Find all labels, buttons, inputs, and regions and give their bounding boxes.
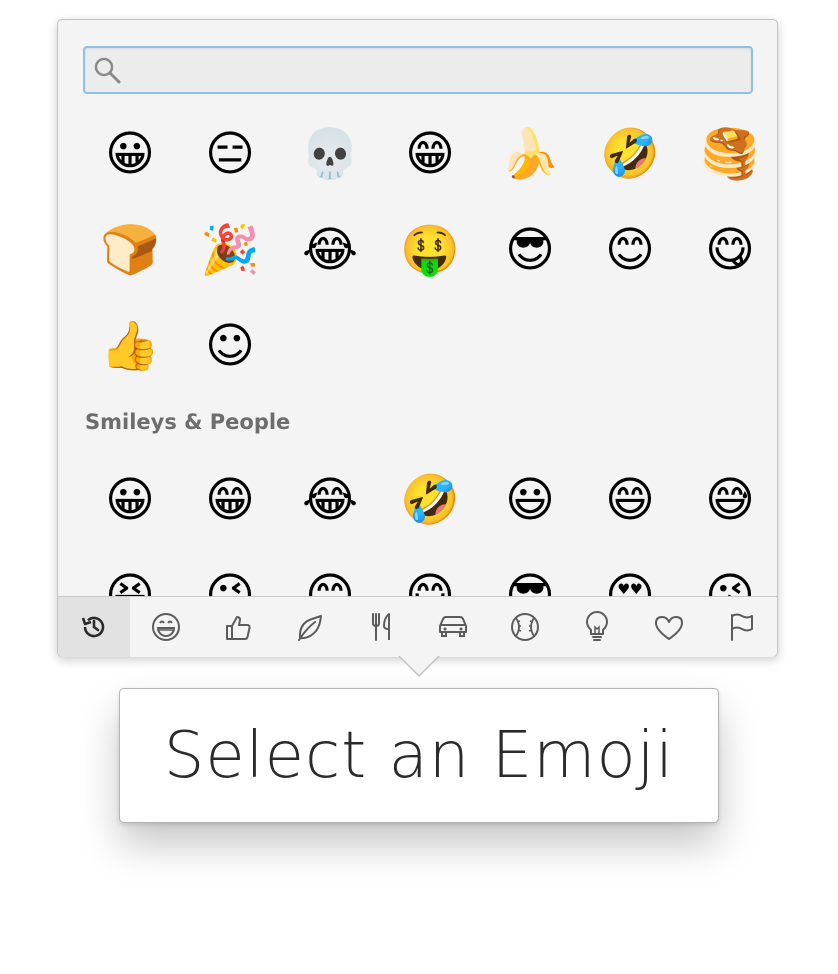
search-input[interactable] <box>129 48 743 94</box>
category-bar <box>58 596 777 657</box>
emoji-cell[interactable]: 😁 <box>180 452 280 548</box>
people-emoji-grid: 😀 😁 😂 🤣 😃 😄 😅 😆 😉 😊 😋 😎 😍 😘 <box>80 452 777 596</box>
emoji-cell[interactable]: 😃 <box>480 452 580 548</box>
search-field[interactable] <box>83 46 753 94</box>
emoji-picker-popover: 😀 😑 💀 😁 🍌 🤣 🥞 🍞 🎉 😂 🤑 😎 😊 😋 👍 ☺ Smileys & People 😀 😁 😂 🤣 😃 😄… <box>57 19 778 657</box>
flag-icon <box>731 613 754 641</box>
emoji-cell[interactable]: 🥞 <box>680 106 777 202</box>
heart-icon <box>655 616 684 640</box>
thumbs-up-icon <box>225 616 251 640</box>
emoji-cell[interactable]: 😁 <box>380 106 480 202</box>
emoji-cell[interactable]: 💀 <box>280 106 380 202</box>
tab-symbols[interactable] <box>633 597 705 657</box>
emoji-cell[interactable]: 😋 <box>380 548 480 596</box>
emoji-cell[interactable]: 🤣 <box>380 452 480 548</box>
emoji-cell[interactable]: 🍞 <box>80 202 180 298</box>
tab-food[interactable] <box>346 597 418 657</box>
emoji-cell[interactable]: 😉 <box>180 548 280 596</box>
smiley-icon <box>151 613 180 641</box>
fork-knife-icon <box>371 613 390 641</box>
history-icon <box>81 616 105 638</box>
leaf-icon <box>297 615 322 641</box>
section-title: Smileys & People <box>85 410 291 434</box>
emoji-cell[interactable]: 😊 <box>280 548 380 596</box>
emoji-cell[interactable]: 😂 <box>280 202 380 298</box>
tab-activities[interactable] <box>489 597 561 657</box>
tab-people[interactable] <box>202 597 274 657</box>
tab-objects[interactable] <box>561 597 633 657</box>
emoji-cell[interactable]: 😀 <box>80 452 180 548</box>
emoji-cell[interactable]: 😋 <box>680 202 777 298</box>
recent-emoji-grid: 😀 😑 💀 😁 🍌 🤣 🥞 🍞 🎉 😂 🤑 😎 😊 😋 👍 ☺ <box>80 106 777 394</box>
emoji-cell[interactable]: 😍 <box>580 548 680 596</box>
tab-nature[interactable] <box>274 597 346 657</box>
car-icon <box>439 616 468 637</box>
emoji-cell[interactable]: 😎 <box>480 548 580 596</box>
search-icon <box>94 57 121 84</box>
tab-travel[interactable] <box>418 597 490 657</box>
emoji-cell[interactable]: ☺ <box>180 298 280 394</box>
lightbulb-icon <box>586 611 609 641</box>
emoji-cell[interactable]: 🤣 <box>580 106 680 202</box>
tab-recent[interactable] <box>58 597 130 657</box>
emoji-cell[interactable]: 🍌 <box>480 106 580 202</box>
emoji-cell[interactable]: 😎 <box>480 202 580 298</box>
emoji-cell[interactable]: 😅 <box>680 452 777 548</box>
emoji-cell[interactable]: 😄 <box>580 452 680 548</box>
stage: 😀 😑 💀 😁 🍌 🤣 🥞 🍞 🎉 😂 🤑 😎 😊 😋 👍 ☺ Smileys & People 😀 😁 😂 🤣 😃 😄… <box>0 0 838 974</box>
emoji-cell[interactable]: 👍 <box>80 298 180 394</box>
emoji-cell[interactable]: 🤑 <box>380 202 480 298</box>
emoji-scroll-area[interactable]: 😀 😑 💀 😁 🍌 🤣 🥞 🍞 🎉 😂 🤑 😎 😊 😋 👍 ☺ Smileys & People 😀 😁 😂 🤣 😃 😄… <box>58 106 777 596</box>
emoji-cell[interactable]: 🎉 <box>180 202 280 298</box>
emoji-cell[interactable]: 😂 <box>280 452 380 548</box>
emoji-cell[interactable]: 😆 <box>80 548 180 596</box>
select-emoji-button[interactable]: Select an Emoji <box>119 688 719 823</box>
emoji-cell[interactable]: 😘 <box>680 548 777 596</box>
tab-flags[interactable] <box>705 597 777 657</box>
popover-pointer <box>398 655 440 677</box>
emoji-cell[interactable]: 😊 <box>580 202 680 298</box>
baseball-icon <box>511 613 540 641</box>
emoji-cell[interactable]: 😀 <box>80 106 180 202</box>
tab-smileys[interactable] <box>130 597 202 657</box>
emoji-cell[interactable]: 😑 <box>180 106 280 202</box>
